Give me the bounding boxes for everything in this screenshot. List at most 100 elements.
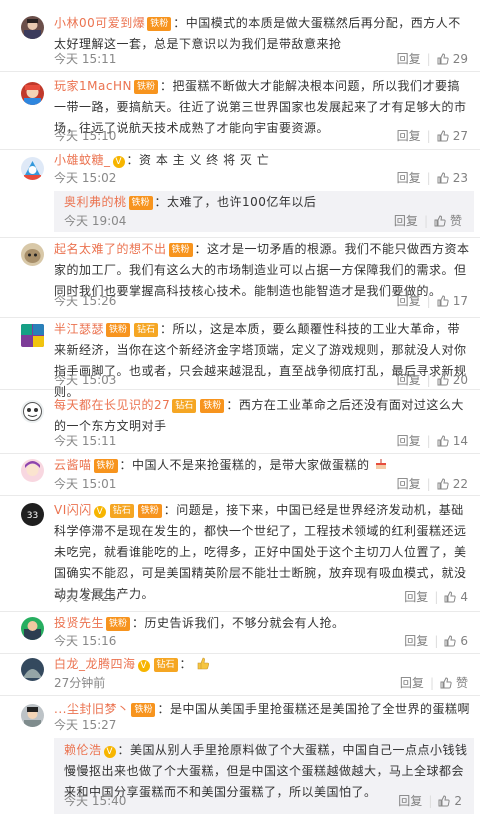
comment-item: 小林00可爱到爆 铁粉 ：中国模式的本质是做大蛋糕然后再分配，西方人不太好理解这一套… <box>0 0 480 72</box>
reply-user[interactable]: 赖伦浩 <box>64 743 102 757</box>
fan-badge: 铁粉 <box>168 243 193 257</box>
reply-user[interactable]: 奥利弗的桃 <box>64 195 127 209</box>
avatar[interactable] <box>21 617 44 640</box>
like-button[interactable]: 17 <box>437 292 468 310</box>
comment-item: 云酱喵 铁粉 ：中国人不是来抢蛋糕的，是带大家做蛋糕的 今天 15:01 回复 | 2… <box>0 454 480 496</box>
reply-button[interactable]: 回复 <box>398 792 422 810</box>
comment-user[interactable]: 投贤先生 <box>54 616 104 630</box>
like-label: 赞 <box>449 214 462 228</box>
action-divider: | <box>426 373 431 387</box>
vip-badge: V <box>103 746 116 758</box>
like-button[interactable]: 22 <box>437 475 468 493</box>
like-button[interactable]: 赞 <box>434 212 462 230</box>
comment-user[interactable]: 半江瑟瑟 <box>54 322 104 336</box>
comment-actions: 回复 | 6 <box>404 632 468 650</box>
like-button[interactable]: 27 <box>437 127 468 145</box>
reply-thread: 奥利弗的桃 铁粉 ：太难了，也许100亿年以后 今天 19:04 回复 | 赞 <box>54 191 474 232</box>
reply-button[interactable]: 回复 <box>404 632 428 650</box>
comment-user[interactable]: ...尘封旧梦丶 <box>54 702 129 716</box>
comment-time: 27分钟前 <box>54 676 106 690</box>
thumbs-up-icon <box>444 591 456 603</box>
reply-content: 奥利弗的桃 铁粉 ：太难了，也许100亿年以后 <box>64 192 468 213</box>
reply-button[interactable]: 回复 <box>397 50 421 68</box>
like-button[interactable]: 20 <box>437 371 468 389</box>
comment-actions: 回复 | 4 <box>404 588 468 606</box>
avatar[interactable] <box>21 459 44 482</box>
comment-actions: 回复 | 23 <box>397 169 468 187</box>
comment-text: ：历史告诉我们，不够分就会有人抢。 <box>132 616 345 630</box>
fan-badge: 铁粉 <box>133 80 158 94</box>
avatar[interactable] <box>21 243 44 266</box>
comment-time: 今天 15:10 <box>54 129 117 143</box>
reply-time: 今天 19:04 <box>64 214 127 228</box>
comment-actions: 回复 | 赞 <box>400 674 468 692</box>
reply-button[interactable]: 回复 <box>400 674 424 692</box>
reply-actions: 回复 | 赞 <box>394 212 462 230</box>
comment-user[interactable]: 玩家1MacHN <box>54 79 132 93</box>
diamond-badge: 钻石 <box>172 399 197 413</box>
like-button[interactable]: 14 <box>437 432 468 450</box>
like-button[interactable]: 赞 <box>440 674 468 692</box>
comment-item: ...尘封旧梦丶 铁粉 ：是中国从美国手里抢蛋糕还是美国抢了全世界的蛋糕啊 今天 1… <box>0 696 480 818</box>
reply-thread: 赖伦浩 V ：美国从别人手里抢原料做了个大蛋糕，中国自己一点点小钱钱慢慢抠出来也做了… <box>54 738 474 814</box>
avatar[interactable] <box>21 324 44 347</box>
comment-user[interactable]: 小林00可爱到爆 <box>54 16 145 30</box>
reply-button[interactable]: 回复 <box>397 475 421 493</box>
comment-user[interactable]: 白龙_龙腾四海 <box>54 657 136 671</box>
reply-button[interactable]: 回复 <box>397 169 421 187</box>
diamond-badge: 钻石 <box>109 504 134 518</box>
like-label: 赞 <box>455 676 468 690</box>
comment-time: 今天 15:11 <box>54 52 117 66</box>
comment-user[interactable]: 每天都在长见识的27 <box>54 398 170 412</box>
avatar[interactable] <box>21 704 44 727</box>
like-count: 17 <box>452 294 468 308</box>
comment-item: 起名太难了的想不出 铁粉 ：这才是一切矛盾的根源。我们不能只做西方资本家的加工厂。我… <box>0 238 480 318</box>
comment-content: 白龙_龙腾四海 V 钻石： <box>54 654 470 675</box>
thumbs-up-icon <box>437 130 449 142</box>
svg-text:33: 33 <box>27 511 38 521</box>
action-divider: | <box>434 590 439 604</box>
avatar[interactable] <box>21 400 44 423</box>
comment-user[interactable]: 小雄蚊糖_ <box>54 153 111 167</box>
avatar[interactable] <box>21 157 44 180</box>
comment-item: 投贤先生 铁粉 ：历史告诉我们，不够分就会有人抢。 今天 15:16 回复 | 6 <box>0 612 480 654</box>
thumbs-up-icon <box>437 172 449 184</box>
fan-badge: 铁粉 <box>128 196 153 210</box>
avatar[interactable]: 33 <box>21 503 44 526</box>
like-count: 27 <box>452 129 468 143</box>
reply-text: ：太难了，也许100亿年以后 <box>154 195 317 209</box>
reply-button[interactable]: 回复 <box>404 588 428 606</box>
comment-item: 白龙_龙腾四海 V 钻石： 27分钟前 回复 | 赞 <box>0 654 480 696</box>
reply-button[interactable]: 回复 <box>394 212 418 230</box>
reply-button[interactable]: 回复 <box>397 127 421 145</box>
like-button[interactable]: 4 <box>444 588 468 606</box>
fan-badge: 铁粉 <box>137 504 162 518</box>
avatar[interactable] <box>21 82 44 105</box>
like-count: 14 <box>452 434 468 448</box>
reply-time: 今天 15:40 <box>64 794 127 808</box>
comment-user[interactable]: 云酱喵 <box>54 458 92 472</box>
reply-button[interactable]: 回复 <box>397 432 421 450</box>
reply-button[interactable]: 回复 <box>397 371 421 389</box>
comment-user[interactable]: 起名太难了的想不出 <box>54 242 167 256</box>
thumbs-up-icon <box>438 795 450 807</box>
like-count: 22 <box>452 477 468 491</box>
avatar[interactable] <box>21 16 44 39</box>
like-button[interactable]: 6 <box>444 632 468 650</box>
reply-button[interactable]: 回复 <box>397 292 421 310</box>
like-button[interactable]: 2 <box>438 792 462 810</box>
like-button[interactable]: 29 <box>437 50 468 68</box>
comment-time: 今天 15:02 <box>54 171 117 185</box>
comment-actions: 回复 | 17 <box>397 292 468 310</box>
avatar[interactable] <box>21 658 44 681</box>
comment-user[interactable]: VI闪闪 <box>54 503 92 517</box>
like-count: 29 <box>452 52 468 66</box>
comment-item: 玩家1MacHN 铁粉 ：把蛋糕不断做大才能解决根本问题，所以我们才要搞一带一路，要… <box>0 72 480 150</box>
like-button[interactable]: 23 <box>437 169 468 187</box>
comment-time: 今天 15:27 <box>54 718 117 732</box>
action-divider: | <box>426 477 431 491</box>
fan-badge: 铁粉 <box>93 459 118 473</box>
comment-item: 小雄蚊糖_ V ：资 本 主 义 终 将 灭 亡 今天 15:02 回复 | 23 奥… <box>0 150 480 238</box>
thumbs-up-icon <box>437 435 449 447</box>
comment-actions: 回复 | 29 <box>397 50 468 68</box>
